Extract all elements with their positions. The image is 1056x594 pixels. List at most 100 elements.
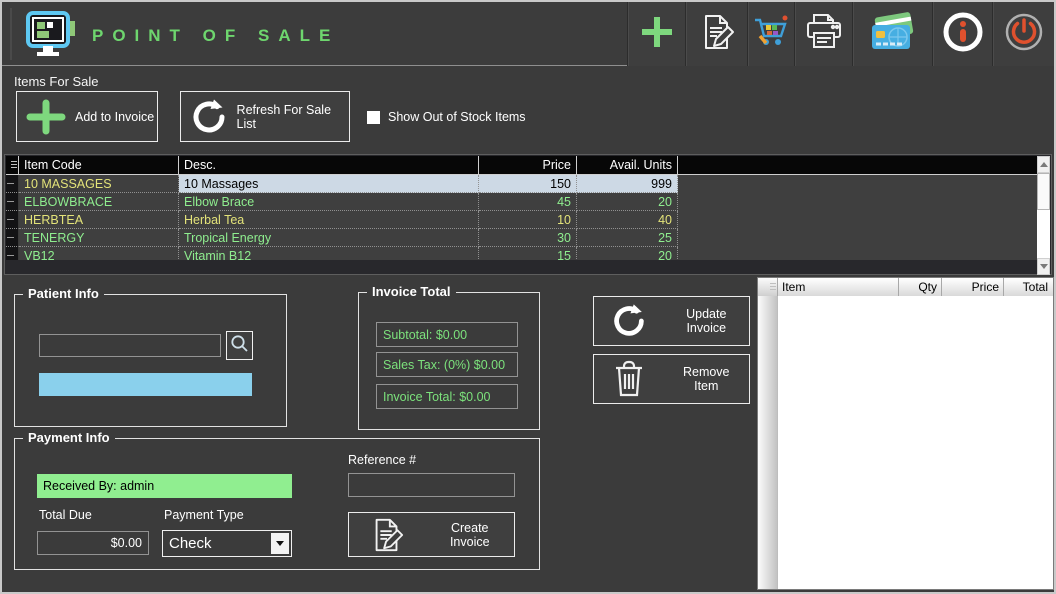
- column-header-item-code[interactable]: Item Code: [19, 156, 179, 175]
- row-header-cell[interactable]: [6, 175, 19, 193]
- scrollbar-track[interactable]: [1037, 210, 1050, 258]
- show-out-of-stock-checkbox[interactable]: Show Out of Stock Items: [367, 110, 526, 124]
- items-grid-scrollbar[interactable]: [1037, 156, 1050, 275]
- scrollbar-down-button[interactable]: [1037, 258, 1050, 275]
- cell-price[interactable]: 10: [479, 211, 577, 229]
- update-invoice-button[interactable]: Update Invoice: [593, 296, 750, 346]
- power-icon: [1002, 10, 1046, 59]
- printer-icon: [803, 12, 845, 57]
- cell-filler: [678, 247, 1039, 260]
- refresh-label: Refresh For Sale List: [237, 103, 349, 131]
- patient-info-legend: Patient Info: [23, 286, 104, 301]
- column-header-desc[interactable]: Desc.: [179, 156, 479, 175]
- row-header-cell[interactable]: [6, 211, 19, 229]
- column-header-total[interactable]: Total: [1004, 278, 1052, 296]
- row-header-cell[interactable]: [6, 193, 19, 211]
- refresh-icon: [181, 96, 237, 138]
- cell-item-code[interactable]: ELBOWBRACE: [19, 193, 179, 211]
- column-header-qty[interactable]: Qty: [899, 278, 942, 296]
- payment-type-label: Payment Type: [164, 508, 244, 522]
- column-header-price[interactable]: Price: [942, 278, 1004, 296]
- cell-units[interactable]: 20: [577, 247, 678, 260]
- refresh-for-sale-list-button[interactable]: Refresh For Sale List: [180, 91, 350, 142]
- cell-price[interactable]: 30: [479, 229, 577, 247]
- items-for-sale-label: Items For Sale: [14, 74, 99, 89]
- payment-type-value: Check: [163, 535, 271, 552]
- table-row[interactable]: VB12 Vitamin B12 15 20: [6, 247, 1039, 260]
- row-marker-icon: [7, 255, 14, 256]
- checkbox-icon[interactable]: [367, 111, 380, 124]
- edit-invoice-button[interactable]: [685, 2, 747, 66]
- scrollbar-up-button[interactable]: [1037, 156, 1050, 173]
- cell-item-code[interactable]: HERBTEA: [19, 211, 179, 229]
- cell-units[interactable]: 999: [577, 175, 678, 193]
- cell-desc[interactable]: Elbow Brace: [179, 193, 479, 211]
- row-marker-icon: [7, 201, 14, 202]
- plus-icon: [637, 12, 677, 57]
- patient-search-input[interactable]: [39, 334, 221, 357]
- cell-item-code[interactable]: VB12: [19, 247, 179, 260]
- shopping-cart-button[interactable]: [747, 2, 794, 66]
- scrollbar-thumb[interactable]: [1037, 173, 1050, 210]
- cell-price[interactable]: 150: [479, 175, 577, 193]
- print-button[interactable]: [794, 2, 852, 66]
- cell-desc[interactable]: 10 Massages: [179, 175, 479, 193]
- cell-price[interactable]: 15: [479, 247, 577, 260]
- column-header-item[interactable]: Item: [778, 278, 899, 296]
- create-invoice-button[interactable]: Create Invoice: [348, 512, 515, 557]
- cell-units[interactable]: 25: [577, 229, 678, 247]
- document-edit-icon: [698, 13, 736, 56]
- dropdown-button[interactable]: [271, 533, 289, 554]
- document-edit-icon: [349, 516, 432, 554]
- power-button[interactable]: [992, 2, 1054, 66]
- arrow-up-icon: [1040, 162, 1048, 167]
- invoice-grid-body[interactable]: [758, 296, 1053, 589]
- row-marker-icon: [7, 219, 14, 220]
- table-row[interactable]: HERBTEA Herbal Tea 10 40: [6, 211, 1039, 229]
- pos-window: POINT OF SALE: [0, 0, 1056, 594]
- row-header-cell[interactable]: [6, 247, 19, 260]
- cell-desc[interactable]: Vitamin B12: [179, 247, 479, 260]
- cell-desc[interactable]: Tropical Energy: [179, 229, 479, 247]
- row-header-corner[interactable]: [758, 278, 778, 296]
- items-grid-header: Item Code Desc. Price Avail. Units: [6, 156, 1039, 175]
- reference-label: Reference #: [348, 453, 416, 467]
- cell-units[interactable]: 40: [577, 211, 678, 229]
- column-header-avail-units[interactable]: Avail. Units: [577, 156, 678, 175]
- reference-input[interactable]: [348, 473, 515, 497]
- table-row[interactable]: ELBOWBRACE Elbow Brace 45 20: [6, 193, 1039, 211]
- items-grid: Item Code Desc. Price Avail. Units 10 MA…: [4, 154, 1052, 275]
- chevron-down-icon: [276, 541, 284, 546]
- invoice-items-grid: Item Qty Price Total: [757, 277, 1054, 590]
- cell-filler: [678, 229, 1039, 247]
- table-row[interactable]: 10 MASSAGES 10 Massages 150 999: [6, 175, 1039, 193]
- cell-desc[interactable]: Herbal Tea: [179, 211, 479, 229]
- cell-price[interactable]: 45: [479, 193, 577, 211]
- column-header-price[interactable]: Price: [479, 156, 577, 175]
- pos-monitor-icon: [26, 11, 78, 59]
- total-due-field[interactable]: [37, 531, 149, 555]
- toolbar: [627, 2, 1054, 66]
- remove-item-label: Remove Item: [672, 365, 750, 393]
- cell-item-code[interactable]: 10 MASSAGES: [19, 175, 179, 193]
- trash-icon: [594, 359, 672, 399]
- received-by-display: Received By: admin: [37, 474, 292, 498]
- arrow-down-icon: [1040, 264, 1048, 269]
- grid-corner-icon: [770, 283, 776, 292]
- payment-info-legend: Payment Info: [23, 430, 115, 445]
- payment-cards-button[interactable]: [852, 2, 932, 66]
- cell-units[interactable]: 20: [577, 193, 678, 211]
- row-header-cell[interactable]: [6, 229, 19, 247]
- new-invoice-button[interactable]: [627, 2, 685, 66]
- patient-search-button[interactable]: [226, 331, 253, 360]
- cell-item-code[interactable]: TENERGY: [19, 229, 179, 247]
- remove-item-button[interactable]: Remove Item: [593, 354, 750, 404]
- row-header-corner[interactable]: [6, 156, 19, 175]
- table-row[interactable]: TENERGY Tropical Energy 30 25: [6, 229, 1039, 247]
- payment-type-select[interactable]: Check: [162, 530, 292, 557]
- info-button[interactable]: [932, 2, 992, 66]
- add-to-invoice-button[interactable]: Add to Invoice: [16, 91, 158, 142]
- sales-tax-display: Sales Tax: (0%) $0.00: [376, 352, 518, 377]
- create-invoice-label: Create Invoice: [432, 521, 515, 549]
- patient-name-display: [39, 373, 252, 396]
